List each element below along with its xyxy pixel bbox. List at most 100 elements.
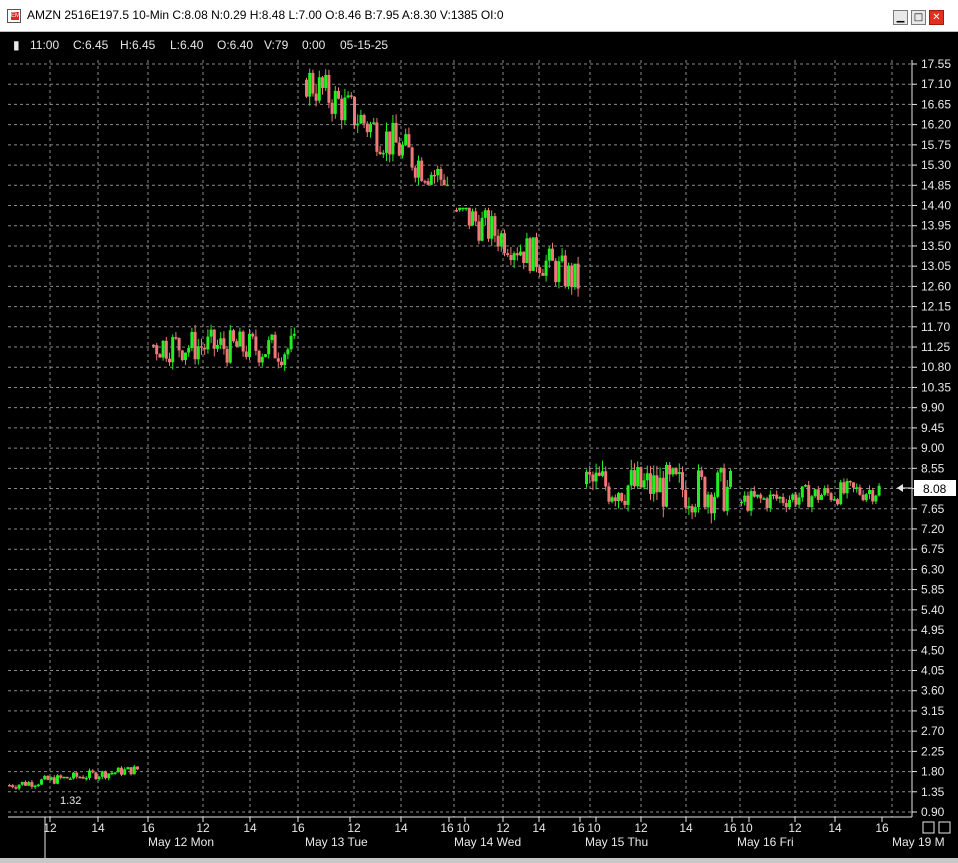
bar-body <box>762 498 766 500</box>
price-tick-label: 15.30 <box>921 158 951 172</box>
bar-body <box>333 90 337 114</box>
bar-body <box>674 468 678 475</box>
bar-body <box>362 114 366 124</box>
bar-body <box>848 480 852 483</box>
price-chart[interactable]: 17.55 17.10 16.65 16.20 15.75 15.30 14.85 14.40… <box>0 32 958 858</box>
price-tick-label: 5.85 <box>921 583 945 597</box>
day-label: May 13 Tue <box>305 835 368 849</box>
bar-body <box>551 248 554 261</box>
bar-body <box>700 470 704 478</box>
bar-body <box>410 147 414 168</box>
time-tick-label: 10 <box>739 821 753 835</box>
bar-body <box>212 329 216 349</box>
bar-body <box>591 474 595 482</box>
time-tick-label: 10 <box>456 821 470 835</box>
bar-body <box>522 251 526 263</box>
minimize-button[interactable]: ▁ <box>893 10 908 25</box>
bar-body <box>155 345 159 355</box>
bar-body <box>75 772 79 777</box>
bar-body <box>401 144 404 156</box>
bar-body <box>113 772 117 774</box>
bar-body <box>324 74 328 88</box>
bar-body <box>519 251 522 256</box>
time-tick-label: 16 <box>291 821 305 835</box>
bar-body <box>388 131 392 155</box>
bar-body <box>161 340 165 358</box>
price-tick-label: 1.80 <box>921 765 945 779</box>
bar-body <box>270 334 274 341</box>
maximize-button[interactable]: □ <box>911 10 926 25</box>
bar-body <box>311 72 315 94</box>
bar-body <box>633 470 636 487</box>
close-button[interactable]: ✕ <box>929 10 944 25</box>
bar-body <box>490 216 494 239</box>
price-tick-label: 11.70 <box>921 320 950 334</box>
info-time: 11:00 <box>30 38 59 52</box>
bar-body <box>385 131 388 153</box>
bar-body <box>693 507 697 513</box>
bar-body <box>804 485 807 487</box>
bar-body <box>305 79 308 97</box>
bar-body <box>671 468 675 475</box>
time-tick-label: 10 <box>587 821 601 835</box>
bar-body <box>535 237 538 268</box>
price-tick-label: 10.35 <box>921 380 951 394</box>
bar-body <box>474 211 478 222</box>
price-tick-label: 16.65 <box>921 97 951 111</box>
bar-body <box>506 253 510 256</box>
bar-body <box>655 475 659 493</box>
bar-body <box>219 338 223 345</box>
bar-body <box>703 477 707 508</box>
day-label: May 12 Mon <box>148 835 214 849</box>
info-extra: 0:00 <box>302 38 326 52</box>
bar-body <box>36 784 40 787</box>
price-tick-label: 17.10 <box>921 77 951 91</box>
price-tick-label: 13.95 <box>921 219 951 233</box>
bar-body <box>132 766 136 775</box>
bar-body <box>813 489 817 497</box>
bar-body <box>126 767 130 770</box>
bar-body <box>340 98 344 121</box>
time-tick-label: 12 <box>347 821 361 835</box>
bar-body <box>327 74 331 103</box>
bar-body <box>716 472 720 497</box>
bar-body <box>772 494 775 497</box>
corner-button-right[interactable] <box>938 821 951 834</box>
price-tick-label: 9.90 <box>921 401 945 415</box>
bar-body <box>129 767 133 775</box>
bar-body <box>11 785 15 788</box>
bar-body <box>629 470 633 486</box>
bar-body <box>554 260 558 283</box>
bar-body <box>467 207 471 226</box>
chart-panel[interactable]: 17.55 17.10 16.65 16.20 15.75 15.30 14.85 14.40… <box>0 32 958 858</box>
bar-body <box>759 494 763 499</box>
bar-body <box>749 491 753 511</box>
bar-body <box>356 123 360 126</box>
bar-body <box>174 337 178 339</box>
bar-body <box>791 494 795 500</box>
bar-body <box>709 494 713 514</box>
bar-body <box>68 778 72 780</box>
price-tick-label: 6.75 <box>921 542 945 556</box>
bar-body <box>547 248 551 261</box>
bar-body <box>471 211 474 226</box>
bar-body <box>652 475 656 494</box>
bar-body <box>40 779 43 785</box>
bar-body <box>203 347 207 350</box>
bar-body <box>59 775 63 778</box>
time-tick-label: 16 <box>723 821 737 835</box>
price-tick-label: 2.25 <box>921 744 945 758</box>
bar-body <box>72 772 75 779</box>
bar-body <box>839 482 843 505</box>
bar-body <box>826 488 830 494</box>
bar-body <box>623 500 627 505</box>
bar-body <box>283 354 287 366</box>
bar-body <box>17 784 21 789</box>
bar-body <box>200 346 203 348</box>
bar-body <box>14 787 18 789</box>
bar-body <box>538 267 542 273</box>
bar-body <box>563 255 567 287</box>
price-tick-label: 9.45 <box>921 421 945 435</box>
corner-button-left[interactable] <box>922 821 935 834</box>
bar-body <box>158 354 162 358</box>
